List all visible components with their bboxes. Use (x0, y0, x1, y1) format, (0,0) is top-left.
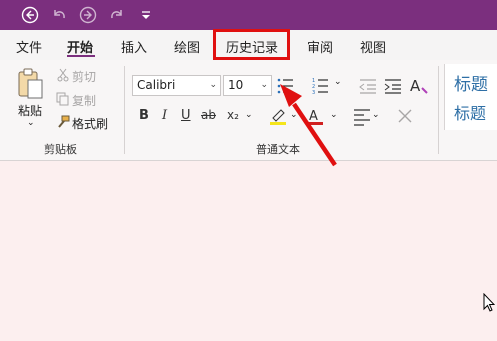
chevron-down-icon[interactable]: ⌄ (334, 77, 342, 87)
format-painter-icon[interactable] (56, 115, 70, 129)
chevron-down-icon[interactable]: ⌄ (330, 110, 338, 120)
format-painter-button[interactable]: 格式刷 (72, 115, 108, 132)
history-tab-highlight-box (213, 29, 290, 60)
tab-draw[interactable]: 绘图 (174, 37, 200, 56)
bold-button[interactable]: B (139, 108, 149, 123)
chevron-down-icon: ⌄ (260, 80, 268, 90)
highlight-icon[interactable] (268, 106, 288, 126)
svg-text:A: A (410, 77, 421, 95)
chevron-down-icon[interactable]: ⌄ (372, 110, 380, 120)
font-size-combo[interactable]: 10 ⌄ (223, 75, 272, 96)
clear-icon[interactable] (395, 106, 415, 126)
basic-text-group-label: 普通文本 (256, 143, 300, 156)
tab-file[interactable]: 文件 (16, 37, 42, 56)
paste-dropdown-icon[interactable]: ⌄ (27, 118, 35, 128)
decrease-indent-icon[interactable] (358, 76, 378, 96)
numbered-list-icon[interactable]: 123 (312, 76, 332, 96)
copy-icon[interactable] (56, 92, 70, 106)
font-name-combo[interactable]: Calibri ⌄ (132, 75, 221, 96)
increase-indent-icon[interactable] (383, 76, 403, 96)
cut-icon[interactable] (56, 68, 70, 82)
chevron-down-icon[interactable]: ⌄ (290, 110, 298, 120)
tab-insert[interactable]: 插入 (121, 37, 147, 56)
active-tab-indicator (67, 55, 95, 57)
cut-button[interactable]: 剪切 (72, 68, 96, 85)
style-heading-1[interactable]: 标题 (454, 70, 488, 95)
paste-icon[interactable] (17, 68, 45, 100)
customize-toolbar-icon[interactable] (136, 5, 156, 25)
font-size-value: 10 (228, 78, 244, 92)
title-bar (0, 0, 497, 30)
svg-text:3: 3 (312, 90, 315, 96)
forward-icon[interactable] (78, 5, 98, 25)
undo-icon[interactable] (49, 5, 69, 25)
group-separator (438, 66, 439, 154)
align-icon[interactable] (352, 106, 372, 126)
svg-text:A: A (309, 109, 318, 124)
redo-icon[interactable] (107, 5, 127, 25)
italic-button[interactable]: I (162, 108, 167, 123)
tab-review[interactable]: 审阅 (307, 37, 333, 56)
group-separator (124, 66, 125, 154)
chevron-down-icon[interactable]: ⌄ (245, 110, 253, 120)
subscript-button[interactable]: x₂ (227, 108, 239, 122)
font-name-value: Calibri (137, 78, 176, 92)
mouse-cursor-icon (483, 293, 495, 312)
copy-button[interactable]: 复制 (72, 92, 96, 109)
tab-view[interactable]: 视图 (360, 37, 386, 56)
chevron-down-icon: ⌄ (209, 80, 217, 90)
strikethrough-button[interactable]: ab (201, 108, 216, 122)
style-heading-2[interactable]: 标题 (454, 100, 486, 124)
font-color-icon[interactable]: A (305, 106, 325, 126)
underline-button[interactable]: U (181, 108, 191, 123)
bullet-list-icon[interactable] (276, 76, 296, 96)
tab-home[interactable]: 开始 (67, 37, 93, 56)
paste-button[interactable]: 粘贴 (18, 102, 42, 119)
clipboard-group-label: 剪贴板 (44, 143, 77, 156)
styles-gallery[interactable]: 标题 标题 (444, 64, 497, 130)
clear-formatting-icon[interactable]: A (409, 76, 429, 96)
back-icon[interactable] (20, 5, 40, 25)
